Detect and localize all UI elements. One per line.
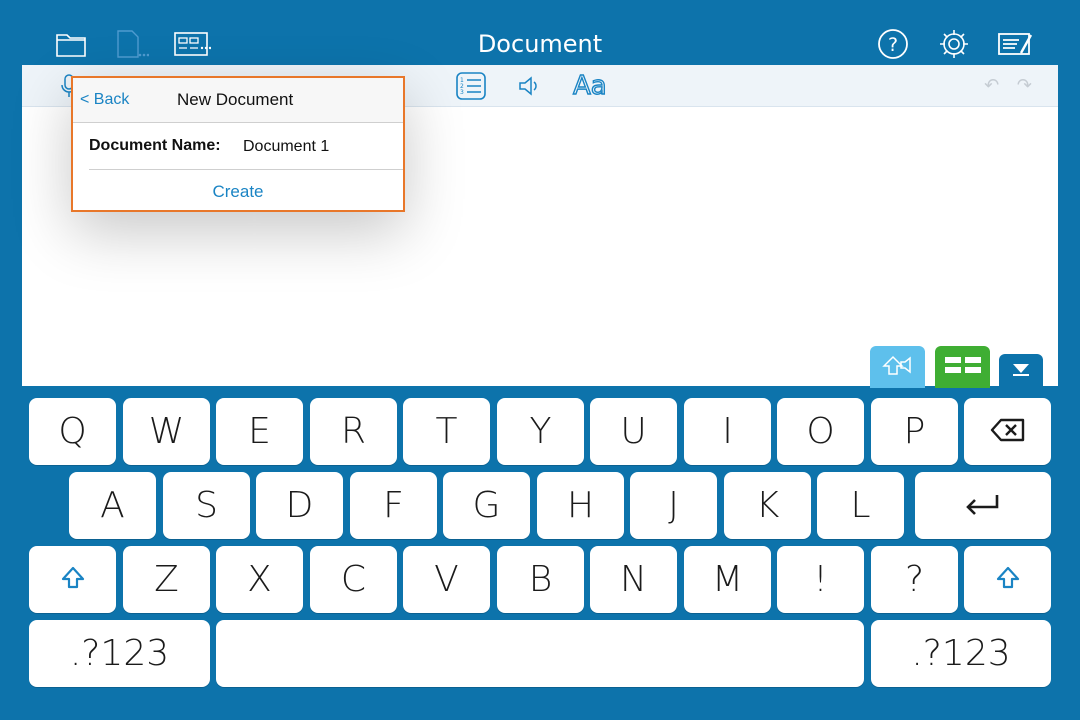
key-h[interactable]: H bbox=[537, 472, 624, 539]
svg-text:?: ? bbox=[888, 34, 898, 56]
key-p[interactable]: P bbox=[871, 398, 958, 465]
key-label: Z bbox=[154, 559, 179, 600]
key-t[interactable]: T bbox=[403, 398, 490, 465]
key-label: U bbox=[620, 411, 647, 452]
key-d[interactable]: D bbox=[256, 472, 343, 539]
space-key[interactable] bbox=[216, 620, 864, 687]
key-f[interactable]: F bbox=[350, 472, 437, 539]
speak-selection-button[interactable] bbox=[870, 346, 925, 388]
key-label: C bbox=[340, 559, 367, 600]
document-name-field[interactable]: Document 1 bbox=[243, 138, 329, 156]
key-l[interactable]: L bbox=[817, 472, 904, 539]
key-m[interactable]: M bbox=[684, 546, 771, 613]
document-name-row: Document Name: Document 1 bbox=[89, 123, 403, 170]
new-document-popover: < Back New Document Document Name: Docum… bbox=[71, 76, 405, 212]
key-label: H bbox=[566, 485, 595, 526]
key-label: N bbox=[620, 559, 647, 600]
key-label: .?123 bbox=[911, 633, 1011, 674]
word-prediction-button[interactable] bbox=[935, 346, 990, 388]
font-icon[interactable]: Aa bbox=[572, 70, 607, 101]
key-b[interactable]: B bbox=[497, 546, 584, 613]
key-u[interactable]: U bbox=[590, 398, 677, 465]
numbers-key-left[interactable]: .?123 bbox=[29, 620, 210, 687]
key-question[interactable]: ? bbox=[871, 546, 958, 613]
key-label: F bbox=[383, 485, 404, 526]
page-title: Document bbox=[477, 30, 603, 58]
speak-selection-icon bbox=[881, 352, 915, 382]
key-label: O bbox=[806, 411, 835, 452]
key-z[interactable]: Z bbox=[123, 546, 210, 613]
key-label: R bbox=[340, 411, 366, 452]
key-k[interactable]: K bbox=[724, 472, 811, 539]
shift-icon bbox=[60, 559, 86, 600]
popover-header: < Back New Document bbox=[73, 78, 403, 123]
key-i[interactable]: I bbox=[684, 398, 771, 465]
key-label: X bbox=[247, 559, 272, 600]
key-label: A bbox=[100, 485, 125, 526]
undo-redo-icons[interactable]: ↶ ↷ bbox=[984, 75, 1038, 96]
shift-key-left[interactable] bbox=[29, 546, 116, 613]
key-y[interactable]: Y bbox=[497, 398, 584, 465]
key-label: G bbox=[472, 485, 501, 526]
return-icon bbox=[963, 485, 1003, 526]
back-button[interactable]: < Back bbox=[80, 91, 129, 109]
shift-key-right[interactable] bbox=[964, 546, 1051, 613]
key-label: T bbox=[435, 411, 458, 452]
key-a[interactable]: A bbox=[69, 472, 156, 539]
key-exclamation[interactable]: ! bbox=[777, 546, 864, 613]
help-icon[interactable]: ? bbox=[875, 28, 911, 60]
key-r[interactable]: R bbox=[310, 398, 397, 465]
word-prediction-icon bbox=[943, 354, 983, 380]
key-label: B bbox=[528, 559, 553, 600]
hide-keyboard-button[interactable] bbox=[999, 354, 1043, 388]
key-label: W bbox=[148, 411, 185, 452]
return-key[interactable] bbox=[915, 472, 1051, 539]
speaker-icon[interactable] bbox=[518, 71, 542, 101]
key-label: ? bbox=[904, 559, 925, 600]
key-label: .?123 bbox=[69, 633, 170, 674]
key-label: I bbox=[722, 411, 733, 452]
key-label: S bbox=[195, 485, 218, 526]
key-o[interactable]: O bbox=[777, 398, 864, 465]
svg-text:3: 3 bbox=[460, 89, 464, 96]
hide-keyboard-icon bbox=[1010, 361, 1032, 381]
key-label: K bbox=[755, 485, 780, 526]
key-s[interactable]: S bbox=[163, 472, 250, 539]
document-name-label: Document Name: bbox=[89, 137, 221, 154]
popover-title: New Document bbox=[177, 90, 294, 109]
create-button[interactable]: Create bbox=[73, 182, 403, 202]
backspace-key[interactable] bbox=[964, 398, 1051, 465]
key-w[interactable]: W bbox=[123, 398, 210, 465]
key-x[interactable]: X bbox=[216, 546, 303, 613]
key-label: J bbox=[668, 485, 679, 526]
key-label: D bbox=[285, 485, 314, 526]
numbers-key-right[interactable]: .?123 bbox=[871, 620, 1051, 687]
shift-icon bbox=[995, 559, 1021, 600]
key-e[interactable]: E bbox=[216, 398, 303, 465]
key-label: Q bbox=[58, 411, 87, 452]
key-g[interactable]: G bbox=[443, 472, 530, 539]
key-label: L bbox=[850, 485, 871, 526]
key-label: V bbox=[434, 559, 459, 600]
edit-mode-icon[interactable] bbox=[996, 28, 1036, 60]
numbered-list-icon[interactable]: 123 bbox=[456, 71, 486, 101]
key-n[interactable]: N bbox=[590, 546, 677, 613]
key-v[interactable]: V bbox=[403, 546, 490, 613]
key-j[interactable]: J bbox=[630, 472, 717, 539]
backspace-icon bbox=[989, 411, 1027, 452]
key-label: P bbox=[903, 411, 926, 452]
key-q[interactable]: Q bbox=[29, 398, 116, 465]
key-label: ! bbox=[813, 559, 828, 600]
key-label: E bbox=[248, 411, 271, 452]
key-c[interactable]: C bbox=[310, 546, 397, 613]
settings-icon[interactable] bbox=[936, 28, 972, 60]
key-label: Y bbox=[529, 411, 552, 452]
top-bar: Document ? bbox=[0, 0, 1080, 65]
key-label: M bbox=[711, 559, 744, 600]
